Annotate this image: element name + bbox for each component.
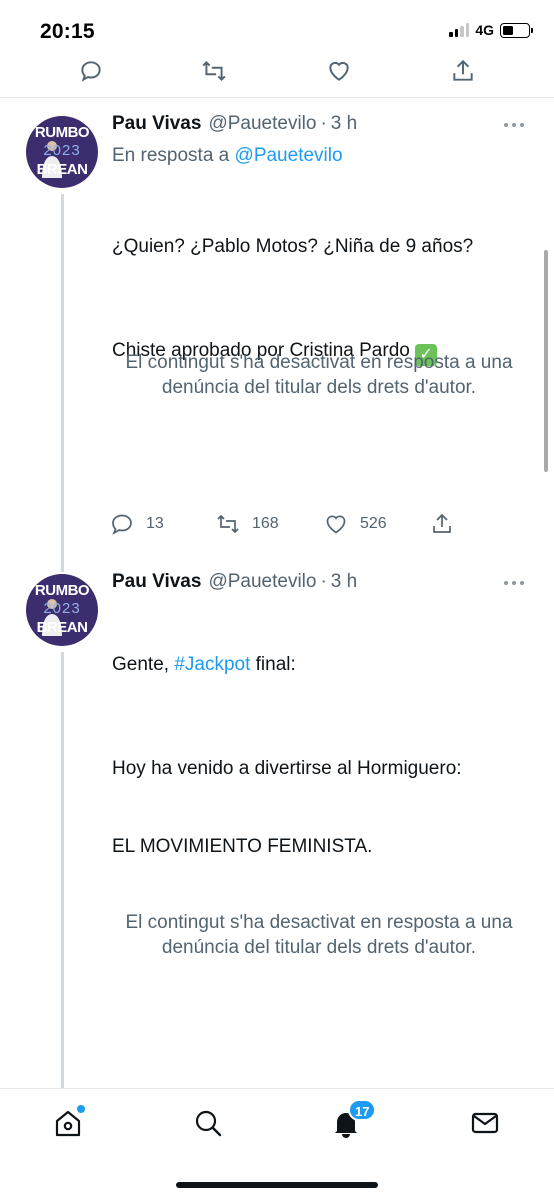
tweet-text-content: Gente, [112,654,175,675]
separator-dot: · [320,113,327,134]
like-button[interactable]: 526 [324,512,387,536]
avatar[interactable]: RUMBO 2023 BREAN [26,116,98,188]
avatar-text: 2023 [43,600,81,617]
like-count: 526 [360,515,387,532]
tweet-time[interactable]: 3 h [331,571,357,593]
tweet-text-line: EL MOVIMIENTO FEMINISTA. [112,836,373,857]
tweet-text-line: Gente, #Jackpot final: [112,652,532,678]
handle[interactable]: @Pauetevilo [208,571,316,593]
handle[interactable]: @Pauetevilo [208,113,316,135]
tweet-header: Pau Vivas @Pauetevilo · 3 h [112,571,357,593]
retweet-icon[interactable] [201,58,227,84]
tab-search[interactable] [192,1107,224,1139]
previous-tweet-actions [0,54,554,98]
share-icon [433,513,451,533]
scrollbar[interactable] [544,250,548,472]
retweet-icon [217,514,239,534]
media-disabled-notice: El contingut s'ha desactivat en resposta… [125,352,513,398]
like-icon[interactable] [326,58,352,84]
share-button[interactable] [430,512,454,536]
avatar[interactable]: RUMBO 2023 BREAN [26,574,98,646]
tweet-time[interactable]: 3 h [331,113,357,135]
avatar-text: RUMBO [34,582,90,599]
search-icon [195,1110,222,1137]
reply-icon [112,514,132,535]
network-label: 4G [475,22,494,38]
avatar-text: BREAN [36,161,88,178]
avatar-text: RUMBO [34,124,90,141]
signal-icon [449,23,470,37]
avatar-text: BREAN [36,619,88,636]
display-name[interactable]: Pau Vivas [112,571,201,593]
retweet-count: 168 [252,515,279,532]
battery-icon [500,22,533,38]
reply-button[interactable]: 13 [110,512,164,536]
display-name[interactable]: Pau Vivas [112,113,201,135]
status-time: 20:15 [40,20,95,43]
new-content-dot [77,1105,85,1113]
home-indicator[interactable] [176,1182,378,1188]
messages-icon [471,1112,499,1134]
tweet-text-line: ¿Quien? ¿Pablo Motos? ¿Niña de 9 años? [112,236,474,257]
tweet-text: Gente, #Jackpot final: Hoy ha venido a d… [112,600,532,912]
reply-icon[interactable] [78,58,104,84]
more-options-icon[interactable] [504,123,524,129]
tweet-text-content: final: [250,654,296,675]
thread-line [61,652,64,1088]
retweet-button[interactable]: 168 [216,512,279,536]
reply-context: En resposta a @Pauetevilo [112,145,343,167]
media-disabled-notice: El contingut s'ha desactivat en resposta… [125,912,513,958]
tab-messages[interactable] [469,1107,501,1139]
like-icon [326,515,346,534]
tweet-header: Pau Vivas @Pauetevilo · 3 h [112,113,357,135]
status-indicators: 4G [449,22,533,38]
share-icon[interactable] [450,58,476,84]
tab-home[interactable] [52,1105,85,1139]
status-bar: 20:15 4G [0,0,554,62]
reply-mention-link[interactable]: @Pauetevilo [235,145,343,166]
notification-count-badge: 17 [348,1099,377,1121]
reply-count: 13 [146,515,164,532]
tab-notifications[interactable]: 17 [330,1099,377,1139]
tweet-text-line: Hoy ha venido a divertirse al Hormiguero… [112,758,462,779]
thread-line [61,194,64,572]
avatar-text: 2023 [43,142,81,159]
more-options-icon[interactable] [504,581,524,587]
hashtag-link[interactable]: #Jackpot [174,654,250,675]
reply-prefix: En resposta a [112,145,230,166]
tweet-actions: 13 168 526 [108,512,468,540]
separator-dot: · [320,571,327,592]
